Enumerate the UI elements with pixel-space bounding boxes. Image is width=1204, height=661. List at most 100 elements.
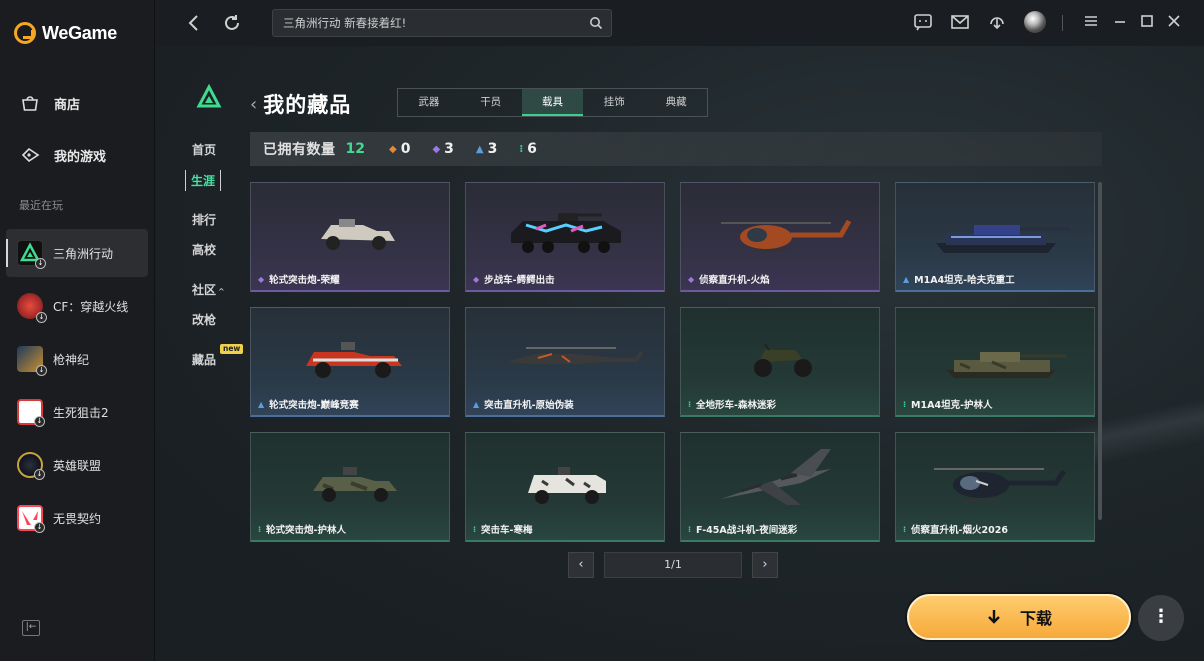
- search-placeholder: 三角洲行动 新春接着红!: [283, 16, 407, 30]
- vehicle-name: M1A4坦克-护林人: [911, 400, 993, 411]
- refresh-icon[interactable]: [221, 12, 243, 34]
- vehicle-label: ▲ 轮式突击炮-巅峰竞赛: [258, 397, 359, 412]
- more-options-icon[interactable]: ⋮: [1138, 595, 1184, 641]
- recent-label: 最近在玩: [19, 199, 63, 212]
- qiangshenji-icon: ↓: [17, 346, 47, 376]
- subnav-gunsmith[interactable]: 改枪: [192, 311, 216, 328]
- tab-weapons[interactable]: 武器: [398, 89, 460, 116]
- collapse-sidebar-icon[interactable]: |←: [22, 620, 40, 636]
- shengsi-icon: ↓: [17, 399, 45, 427]
- prev-page-icon[interactable]: ‹: [568, 552, 594, 578]
- vehicle-card[interactable]: ⁝ 侦察直升机-烟火2026: [895, 432, 1095, 542]
- download-manager-icon[interactable]: [986, 12, 1008, 34]
- chat-icon[interactable]: [912, 12, 934, 34]
- page-header: ‹ 我的藏品: [250, 89, 351, 119]
- vehicle-card[interactable]: ⁝ M1A4坦克-护林人: [895, 307, 1095, 417]
- valorant-icon: ↓: [17, 505, 45, 533]
- new-badge: new: [220, 344, 244, 354]
- gamepad-icon: [20, 145, 40, 165]
- page-back-icon[interactable]: ‹: [250, 94, 257, 115]
- subnav-community[interactable]: 社区 ^: [192, 281, 225, 298]
- topbar-divider: [1062, 15, 1063, 31]
- minimize-icon[interactable]: [1109, 12, 1131, 34]
- vehicle-card[interactable]: ▲ 轮式突击炮-巅峰竞赛: [250, 307, 450, 417]
- vehicle-card[interactable]: ▲ M1A4坦克-哈夫克重工: [895, 182, 1095, 292]
- download-badge-icon: ↓: [35, 258, 46, 269]
- user-avatar[interactable]: [1024, 11, 1046, 33]
- subnav-home[interactable]: 首页: [192, 141, 216, 158]
- back-icon[interactable]: [183, 12, 205, 34]
- vehicle-name: 突击车-寒梅: [481, 525, 533, 536]
- tab-operators[interactable]: 干员: [460, 89, 522, 116]
- download-badge-icon: ↓: [34, 416, 45, 427]
- vehicle-label: ⁝ 全地形车-森林迷彩: [688, 397, 776, 412]
- armored-car-icon: [321, 219, 395, 250]
- owned-summary: 已拥有数量 12 ◆ 0 ◆ 3 ▲ 3 ⁝ 6: [250, 132, 1102, 166]
- game-item-qsj[interactable]: ↓ 枪神纪: [6, 335, 148, 383]
- rarity-gem-icon: ◆: [473, 274, 480, 284]
- vehicle-card[interactable]: ◆ 轮式突击炮-荣耀: [250, 182, 450, 292]
- game-item-valorant[interactable]: ↓ 无畏契约: [6, 494, 148, 542]
- game-item-cf[interactable]: ↓ CF：穿越火线: [6, 282, 148, 330]
- atv-icon: [754, 343, 812, 377]
- rarity-gem-icon: ◆: [688, 274, 695, 284]
- maximize-icon[interactable]: [1136, 12, 1158, 34]
- search-input[interactable]: 三角洲行动 新春接着红!: [272, 9, 612, 37]
- vehicle-card[interactable]: ◆ 侦察直升机-火焰: [680, 182, 880, 292]
- armored-car-icon: [306, 342, 402, 378]
- nav-store-label: 商店: [54, 97, 81, 113]
- tab-charms[interactable]: 挂饰: [583, 89, 645, 116]
- close-icon[interactable]: [1163, 12, 1185, 34]
- vehicle-name: 全地形车-森林迷彩: [696, 400, 776, 411]
- vehicle-card[interactable]: ⁝ 轮式突击炮-护林人: [250, 432, 450, 542]
- download-badge-icon: ↓: [34, 469, 45, 480]
- subnav-ranking[interactable]: 排行: [192, 211, 216, 228]
- vehicle-card[interactable]: ▲ 突击直升机-原始伪装: [465, 307, 665, 417]
- game-item-delta-force[interactable]: ↓ 三角洲行动: [6, 229, 148, 277]
- game-label: 生死狙击2: [53, 405, 109, 420]
- rarity-blue: ▲ 3: [476, 141, 497, 157]
- vehicle-card[interactable]: ◆ 步战车-鳄鳄出击: [465, 182, 665, 292]
- subnav-collection[interactable]: 藏品: [192, 351, 216, 368]
- subnav-college[interactable]: 高校: [192, 241, 216, 258]
- download-button[interactable]: 下载: [907, 594, 1131, 640]
- rarity-gem-icon: ⁝: [903, 399, 907, 409]
- tab-vehicles[interactable]: 载具: [521, 89, 584, 116]
- wegame-logo[interactable]: WeGame: [14, 20, 117, 46]
- wegame-logo-icon: [14, 22, 36, 44]
- lol-icon: ↓: [17, 452, 45, 480]
- helicopter-icon: [934, 468, 1067, 502]
- tab-collection[interactable]: 典藏: [645, 89, 707, 116]
- vehicle-card[interactable]: ⁝ 全地形车-森林迷彩: [680, 307, 880, 417]
- rarity-gem-icon: ◆: [388, 143, 397, 155]
- vehicle-name: 步战车-鳄鳄出击: [484, 275, 555, 286]
- vehicle-card[interactable]: ⁝ F-45A战斗机-夜间迷彩: [680, 432, 880, 542]
- vehicle-label: ⁝ 突击车-寒梅: [473, 522, 533, 537]
- rarity-green: ⁝ 6: [519, 141, 537, 157]
- page-title: 我的藏品: [263, 93, 352, 117]
- category-tabs: 武器 干员 载具 挂饰 典藏: [397, 88, 708, 117]
- sidebar: WeGame 商店 我的游戏 最近在玩 ↓ 三角洲行动 ↓ CF：穿越火线 ↓ …: [0, 0, 155, 661]
- game-label: CF：穿越火线: [53, 299, 129, 314]
- game-item-ssjj2[interactable]: ↓ 生死狙击2: [6, 388, 148, 436]
- community-arrow-icon: ^: [218, 287, 225, 296]
- mail-icon[interactable]: [949, 12, 971, 34]
- page-indicator: 1/1: [604, 552, 742, 578]
- vehicle-card[interactable]: ⁝ 突击车-寒梅: [465, 432, 665, 542]
- tank-icon: [936, 225, 1070, 253]
- grid-scrollbar[interactable]: [1098, 182, 1102, 520]
- rarity-gem-icon: ⁝: [473, 524, 477, 534]
- vehicle-name: 侦察直升机-火焰: [699, 275, 770, 286]
- app-name: WeGame: [42, 22, 117, 43]
- download-badge-icon: ↓: [36, 312, 47, 323]
- subnav-career[interactable]: 生涯: [185, 170, 222, 191]
- nav-store[interactable]: 商店: [20, 93, 80, 113]
- nav-my-games[interactable]: 我的游戏: [20, 145, 106, 165]
- rarity-count: 0: [400, 141, 411, 157]
- game-item-lol[interactable]: ↓ 英雄联盟: [6, 441, 148, 489]
- download-badge-icon: ↓: [34, 522, 45, 533]
- vehicle-label: ⁝ 轮式突击炮-护林人: [258, 522, 346, 537]
- menu-icon[interactable]: [1080, 12, 1102, 34]
- next-page-icon[interactable]: ›: [752, 552, 778, 578]
- search-icon[interactable]: [589, 16, 603, 30]
